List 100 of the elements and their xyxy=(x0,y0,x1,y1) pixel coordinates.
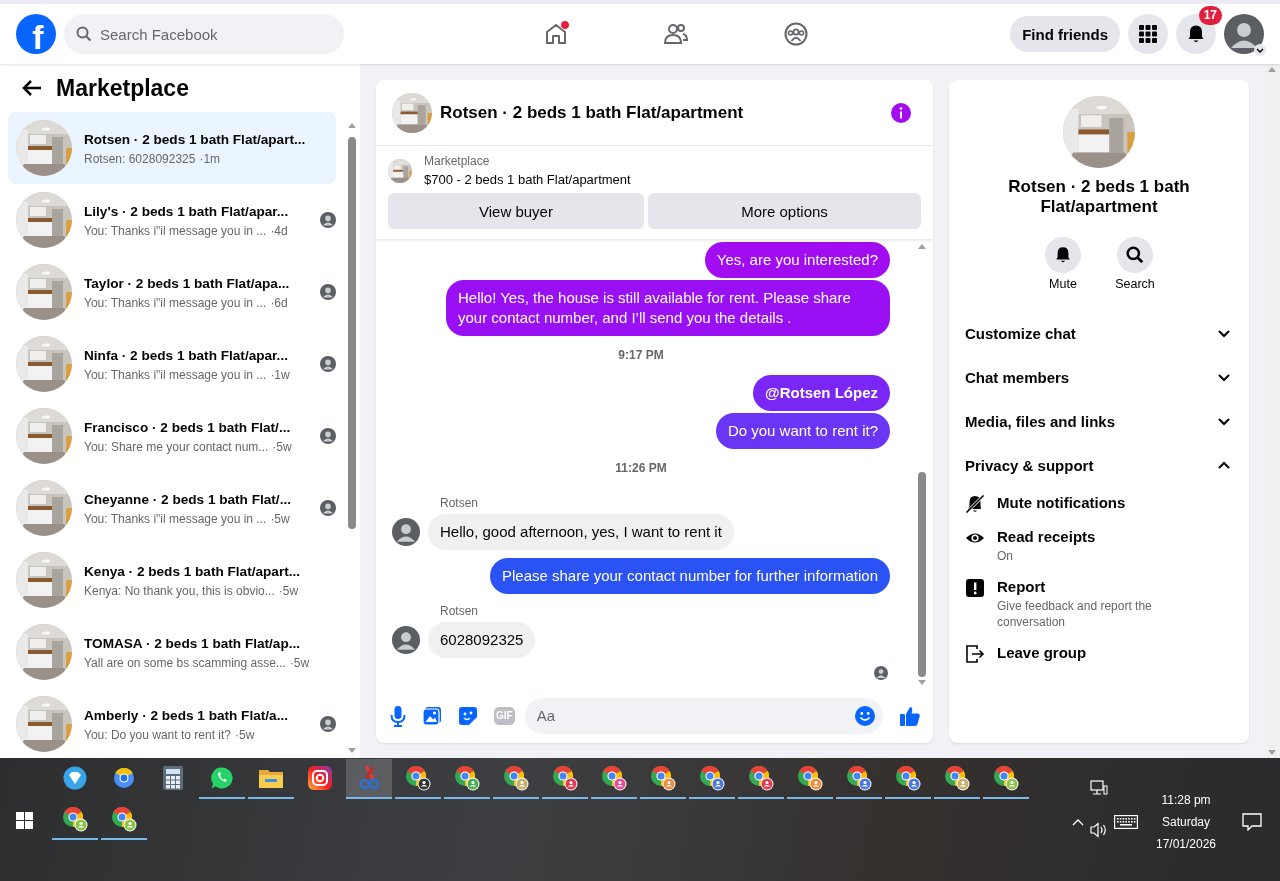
message-preview: You: Thanks i"il message you in ... xyxy=(84,367,267,382)
section-header[interactable]: Privacy & support xyxy=(949,443,1249,487)
timestamp: 11:26 PM xyxy=(615,461,667,475)
info-icon[interactable] xyxy=(891,102,911,123)
clock-date[interactable]: 17/01/2026 xyxy=(1155,836,1217,851)
keyboard-icon[interactable] xyxy=(1114,814,1138,829)
back-arrow-icon[interactable] xyxy=(22,79,42,97)
grid-icon xyxy=(1139,25,1157,43)
menu-item[interactable]: Report Give feedback and report the conversation xyxy=(949,571,1249,637)
browser-icon xyxy=(62,806,88,832)
conversation-name: Cheyanne · 2 beds 1 bath Flat/... xyxy=(84,490,292,509)
avatar-icon xyxy=(320,500,336,516)
browser-icon xyxy=(895,765,921,791)
conversation-item[interactable]: Kenya · 2 beds 1 bath Flat/apart... Kenya: No thank you, this is obvio... ·5w xyxy=(8,544,336,616)
avatar-icon xyxy=(320,428,336,444)
browser-icon xyxy=(846,765,872,791)
clock-day[interactable]: Saturday xyxy=(1162,814,1210,829)
conversation-item[interactable]: Amberly · 2 beds 1 bath Flat/a... You: Do you want to rent it? ·5w xyxy=(8,688,336,760)
volume-icon[interactable] xyxy=(1090,822,1108,838)
avatar-icon xyxy=(320,356,336,372)
caret-icon xyxy=(1254,44,1266,56)
conversation-item[interactable]: Cheyanne · 2 beds 1 bath Flat/... You: Thanks i"il message you in ... ·5w xyxy=(8,472,336,544)
avatar-icon xyxy=(874,666,888,680)
scissors-icon xyxy=(358,765,380,791)
section-header[interactable]: Customize chat xyxy=(949,311,1249,355)
message-time: ·5w xyxy=(235,727,255,742)
chat-bubble-icon xyxy=(210,766,234,790)
action-label: Mute xyxy=(1049,277,1077,291)
message-preview: Kenya: No thank you, this is obvio... xyxy=(84,583,275,598)
search-button[interactable] xyxy=(1117,237,1153,273)
message-time: ·5w xyxy=(270,511,290,526)
avatar-icon xyxy=(392,518,420,546)
account-button[interactable] xyxy=(1224,14,1264,54)
item-label: Mute notifications xyxy=(997,494,1126,511)
sent-message: Hello! Yes, the house is still available for rent. Please share your contact number, and I’ll send you the details . xyxy=(446,280,890,336)
sender-name: Rotsen xyxy=(440,604,480,618)
browser-icon xyxy=(650,765,676,791)
menu-item[interactable]: Read receipts On xyxy=(949,521,1249,571)
conversation-item[interactable]: Lily's · 2 beds 1 bath Flat/apar... You: Thanks i"il message you in ... ·4d xyxy=(8,184,336,256)
section-header[interactable]: Chat members xyxy=(949,355,1249,399)
menu-item[interactable]: Leave group xyxy=(949,637,1249,671)
search-icon xyxy=(76,26,92,42)
sticker-icon[interactable] xyxy=(458,705,478,726)
search-field[interactable]: Search Facebook xyxy=(64,14,344,54)
message-field[interactable]: Aa xyxy=(524,697,883,734)
browser-icon xyxy=(797,765,823,791)
conversation-name: Kenya · 2 beds 1 bath Flat/apart... xyxy=(84,562,302,581)
conversation-item[interactable]: Francisco · 2 beds 1 bath Flat/... You: Share me your contact num... ·5w xyxy=(8,400,336,472)
image-icon[interactable] xyxy=(422,705,442,726)
network-icon[interactable] xyxy=(1090,780,1108,796)
item-detail: Give feedback and report the conversation xyxy=(997,598,1153,630)
action-button[interactable]: View buyer xyxy=(388,193,644,229)
conversation-item[interactable]: Rotsen · 2 beds 1 bath Flat/apart... Rotsen: 6028092325 ·1m xyxy=(8,112,336,184)
page-title: Marketplace xyxy=(56,74,189,102)
notification-count: 17 xyxy=(1198,6,1222,25)
avatar-icon xyxy=(320,716,336,732)
thumbs-up-icon[interactable] xyxy=(899,704,921,727)
listing-source: Marketplace xyxy=(424,154,491,168)
section-header[interactable]: Media, files and links xyxy=(949,399,1249,443)
timestamp: 9:17 PM xyxy=(618,348,664,362)
bell-off-icon xyxy=(965,494,985,514)
conversation-title: Rotsen · 2 beds 1 bath Flat/apartment xyxy=(1007,177,1191,217)
microphone-icon[interactable] xyxy=(390,704,406,727)
menu-button[interactable] xyxy=(1128,14,1168,54)
exit-icon xyxy=(965,644,985,664)
people-icon xyxy=(663,22,690,46)
clock-time[interactable]: 11:28 pm xyxy=(1161,792,1211,807)
browser-icon xyxy=(699,765,725,791)
scrollbar[interactable] xyxy=(1264,64,1280,758)
message-time: ·6d xyxy=(270,295,288,310)
group-icon xyxy=(784,22,809,46)
received-message: 6028092325 xyxy=(428,622,536,658)
home-icon xyxy=(544,22,569,46)
emoji-icon[interactable] xyxy=(855,705,875,726)
chevron-up-icon[interactable] xyxy=(1072,817,1084,826)
avatar-icon xyxy=(320,212,336,228)
message-time: ·4d xyxy=(270,223,288,238)
browser-icon xyxy=(111,806,137,832)
action-button[interactable]: More options xyxy=(648,193,921,229)
conversation-name: Francisco · 2 beds 1 bath Flat/... xyxy=(84,418,292,437)
conversation-item[interactable]: TOMASA · 2 beds 1 bath Flat/ap... Yall are on some bs scamming asse... ·5w xyxy=(8,616,336,688)
conversation-name: Lily's · 2 beds 1 bath Flat/apar... xyxy=(84,202,290,221)
message-preview: You: Thanks i"il message you in ... xyxy=(84,511,267,526)
action-label: Search xyxy=(1115,277,1155,291)
sent-message: @Rotsen López xyxy=(753,375,890,411)
mute-button[interactable] xyxy=(1045,237,1081,273)
find-friends-button[interactable]: Find friends xyxy=(1010,16,1120,52)
notification-center-icon[interactable] xyxy=(1242,812,1262,831)
logo[interactable]: f xyxy=(16,14,56,54)
menu-item[interactable]: Mute notifications xyxy=(949,487,1249,521)
conversation-item[interactable]: Taylor · 2 beds 1 bath Flat/apa... You: Thanks i"il message you in ... ·6d xyxy=(8,256,336,328)
scrollbar[interactable] xyxy=(346,120,358,756)
conversation-item[interactable]: Ninfa · 2 beds 1 bath Flat/apar... You: Thanks i"il message you in ... ·1w xyxy=(8,328,336,400)
folder-icon xyxy=(259,768,283,788)
message-preview: You: Do you want to rent it? xyxy=(84,727,231,742)
received-message: Hello, good afternoon, yes, I want to rent it xyxy=(428,514,734,550)
browser-icon xyxy=(601,765,627,791)
avatar-icon xyxy=(392,626,420,654)
browser-icon xyxy=(552,765,578,791)
sent-message: Please share your contact number for further information xyxy=(489,558,890,594)
